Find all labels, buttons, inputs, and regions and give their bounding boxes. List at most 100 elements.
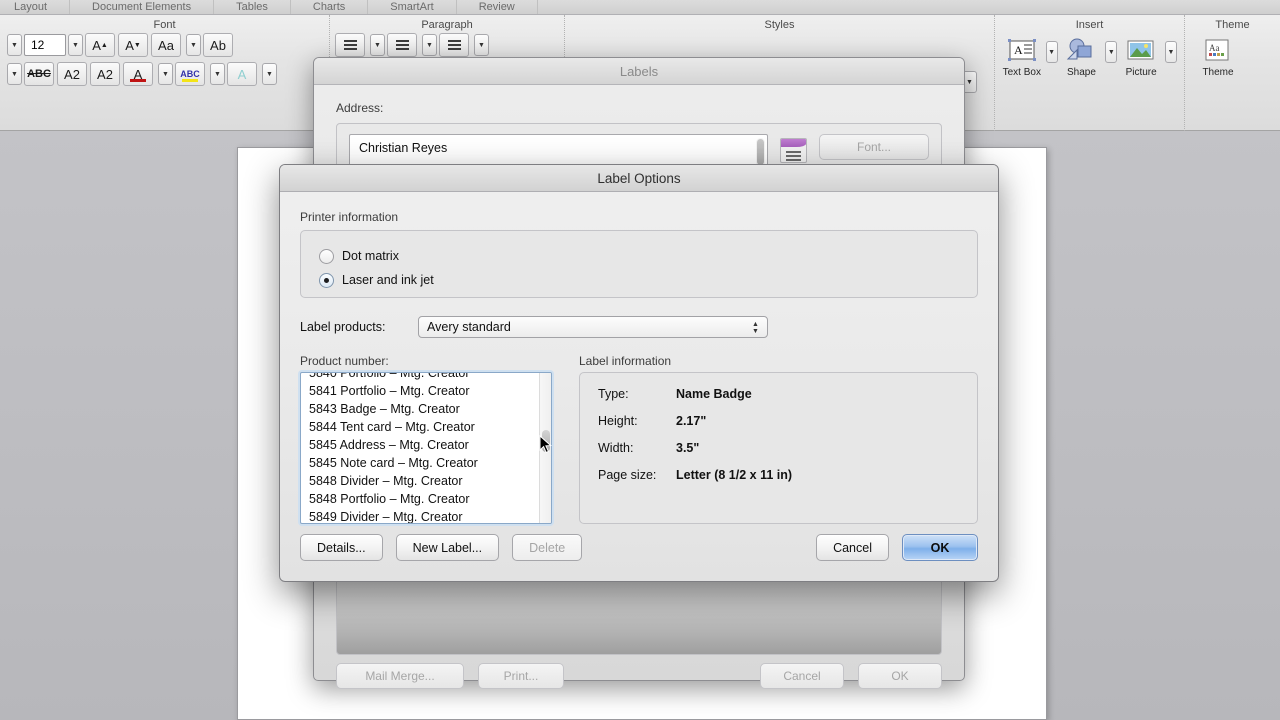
radio-dot-matrix-icon[interactable] <box>319 249 334 264</box>
ribbon-tab-document-elements[interactable]: Document Elements <box>70 0 214 14</box>
insert-picture-button[interactable]: Picture <box>1119 35 1163 78</box>
radio-row-laser-inkjet[interactable]: Laser and ink jet <box>319 268 959 292</box>
info-row-height: Height: 2.17" <box>598 414 959 428</box>
bulleted-list-dropdown-icon[interactable]: ▼ <box>370 34 385 56</box>
details-button[interactable]: Details... <box>300 534 383 561</box>
address-scrollbar-thumb[interactable] <box>757 139 764 165</box>
font-color-dropdown-icon[interactable]: ▼ <box>158 63 173 85</box>
subscript-icon[interactable]: A2 <box>90 62 120 86</box>
multilevel-list-icon[interactable] <box>439 33 469 57</box>
radio-laser-inkjet-icon[interactable] <box>319 273 334 288</box>
text-effects-icon[interactable]: A <box>227 62 257 86</box>
list-item[interactable]: 5841 Portfolio – Mtg. Creator <box>301 382 539 400</box>
strikethrough-icon[interactable]: ABC <box>24 62 54 86</box>
grow-font-icon[interactable]: A▲ <box>85 33 115 57</box>
printer-information-group: Dot matrix Laser and ink jet <box>300 230 978 298</box>
shape-icon <box>1064 35 1098 65</box>
list-item[interactable]: 5843 Badge – Mtg. Creator <box>301 400 539 418</box>
text-highlight-icon[interactable]: ABC <box>175 62 205 86</box>
delete-button: Delete <box>512 534 582 561</box>
font-size-dropdown-icon[interactable]: ▼ <box>68 34 83 56</box>
product-number-listbox[interactable]: 5840 Portfolio – Mtg. Creator 5841 Portf… <box>300 372 552 524</box>
ribbon-tab-smartart[interactable]: SmartArt <box>368 0 456 14</box>
label-products-label: Label products: <box>300 320 418 334</box>
font-name-dropdown-icon[interactable]: ▼ <box>7 34 22 56</box>
change-case-icon[interactable]: Aa <box>151 33 181 57</box>
font-size-input[interactable]: 12 <box>24 34 66 56</box>
ribbon-tab-tables[interactable]: Tables <box>214 0 291 14</box>
theme-button[interactable]: Aa Theme <box>1190 35 1246 78</box>
labels-ok-button[interactable]: OK <box>858 663 942 689</box>
superscript-label: A2 <box>64 67 80 82</box>
radio-laser-inkjet-label: Laser and ink jet <box>342 273 434 287</box>
label-products-row: Label products: Avery standard ▲▼ <box>300 316 978 338</box>
address-book-icon-top <box>781 139 806 147</box>
info-row-type: Type: Name Badge <box>598 387 959 401</box>
labels-dialog-title: Labels <box>620 64 658 79</box>
list-item[interactable]: 5845 Address – Mtg. Creator <box>301 436 539 454</box>
list-item[interactable]: 5845 Note card – Mtg. Creator <box>301 454 539 472</box>
label-options-title: Label Options <box>597 171 680 186</box>
ribbon-group-font: Font ▼ 12 ▼ A▲ A▼ Aa ▼ Ab ▼ ABC A2 A2 <box>0 15 330 131</box>
insert-text-box-dropdown-icon[interactable]: ▼ <box>1046 41 1058 63</box>
info-key-page-size: Page size: <box>598 468 676 482</box>
numbered-list-icon[interactable] <box>387 33 417 57</box>
superscript-icon[interactable]: A2 <box>57 62 87 86</box>
strikethrough-label: ABC <box>27 68 51 80</box>
label-products-select[interactable]: Avery standard ▲▼ <box>418 316 768 338</box>
insert-text-box-button[interactable]: A Text Box <box>1000 35 1044 78</box>
radio-row-dot-matrix[interactable]: Dot matrix <box>319 244 959 268</box>
text-box-icon: A <box>1005 35 1039 65</box>
change-case-dropdown-icon[interactable]: ▼ <box>186 34 201 56</box>
insert-picture-dropdown-icon[interactable]: ▼ <box>1165 41 1177 63</box>
list-item[interactable]: 5848 Portfolio – Mtg. Creator <box>301 490 539 508</box>
shrink-font-icon[interactable]: A▼ <box>118 33 148 57</box>
radio-dot-matrix-label: Dot matrix <box>342 249 399 263</box>
subscript-label: A2 <box>97 67 113 82</box>
numbered-list-dropdown-icon[interactable]: ▼ <box>422 34 437 56</box>
info-value-type: Name Badge <box>676 387 752 401</box>
mouse-cursor-icon <box>539 435 553 455</box>
insert-shape-button[interactable]: Shape <box>1060 35 1104 78</box>
list-item[interactable]: 5844 Tent card – Mtg. Creator <box>301 418 539 436</box>
clear-formatting-icon[interactable]: Ab <box>203 33 233 57</box>
stepper-up-icon: ▲ <box>752 321 759 328</box>
info-key-height: Height: <box>598 414 676 428</box>
clear-formatting-label: Ab <box>210 38 226 53</box>
text-highlight-dropdown-icon[interactable]: ▼ <box>210 63 225 85</box>
print-button[interactable]: Print... <box>478 663 564 689</box>
font-button[interactable]: Font... <box>819 134 929 160</box>
insert-shape-dropdown-icon[interactable]: ▼ <box>1105 41 1117 63</box>
product-number-column: Product number: 5840 Portfolio – Mtg. Cr… <box>300 354 552 524</box>
label-options-cancel-button[interactable]: Cancel <box>816 534 889 561</box>
ribbon-tab-layout[interactable]: Layout <box>0 0 70 14</box>
address-book-icon[interactable] <box>780 138 807 163</box>
label-information-column: Label information Type: Name Badge Heigh… <box>579 354 978 524</box>
address-label: Address: <box>336 101 942 115</box>
label-options-ok-button[interactable]: OK <box>902 534 978 561</box>
new-label-button[interactable]: New Label... <box>396 534 499 561</box>
font-color-label: A <box>134 67 143 82</box>
labels-cancel-button[interactable]: Cancel <box>760 663 844 689</box>
ribbon-group-theme-title: Theme <box>1185 15 1280 33</box>
printer-information-label: Printer information <box>300 210 978 224</box>
label-products-stepper-icon[interactable]: ▲▼ <box>750 319 761 337</box>
ribbon-group-insert-title: Insert <box>995 15 1184 33</box>
underline-dropdown-icon[interactable]: ▼ <box>7 63 22 85</box>
ribbon-tab-charts[interactable]: Charts <box>291 0 368 14</box>
bulleted-list-icon[interactable] <box>335 33 365 57</box>
text-effects-dropdown-icon[interactable]: ▼ <box>262 63 277 85</box>
multilevel-list-dropdown-icon[interactable]: ▼ <box>474 34 489 56</box>
list-item[interactable]: 5840 Portfolio – Mtg. Creator <box>301 372 539 382</box>
ribbon-tab-review[interactable]: Review <box>457 0 538 14</box>
labels-dialog-buttons: Mail Merge... Print... Cancel OK <box>336 663 942 689</box>
list-item[interactable]: 5849 Divider – Mtg. Creator <box>301 508 539 524</box>
list-item[interactable]: 5848 Divider – Mtg. Creator <box>301 472 539 490</box>
label-information-group: Type: Name Badge Height: 2.17" Width: 3.… <box>579 372 978 524</box>
info-value-page-size: Letter (8 1/2 x 11 in) <box>676 468 792 482</box>
font-color-icon[interactable]: A <box>123 62 153 86</box>
mail-merge-button[interactable]: Mail Merge... <box>336 663 464 689</box>
info-value-height: 2.17" <box>676 414 706 428</box>
address-input-value: Christian Reyes <box>359 141 447 155</box>
info-row-page-size: Page size: Letter (8 1/2 x 11 in) <box>598 468 959 482</box>
